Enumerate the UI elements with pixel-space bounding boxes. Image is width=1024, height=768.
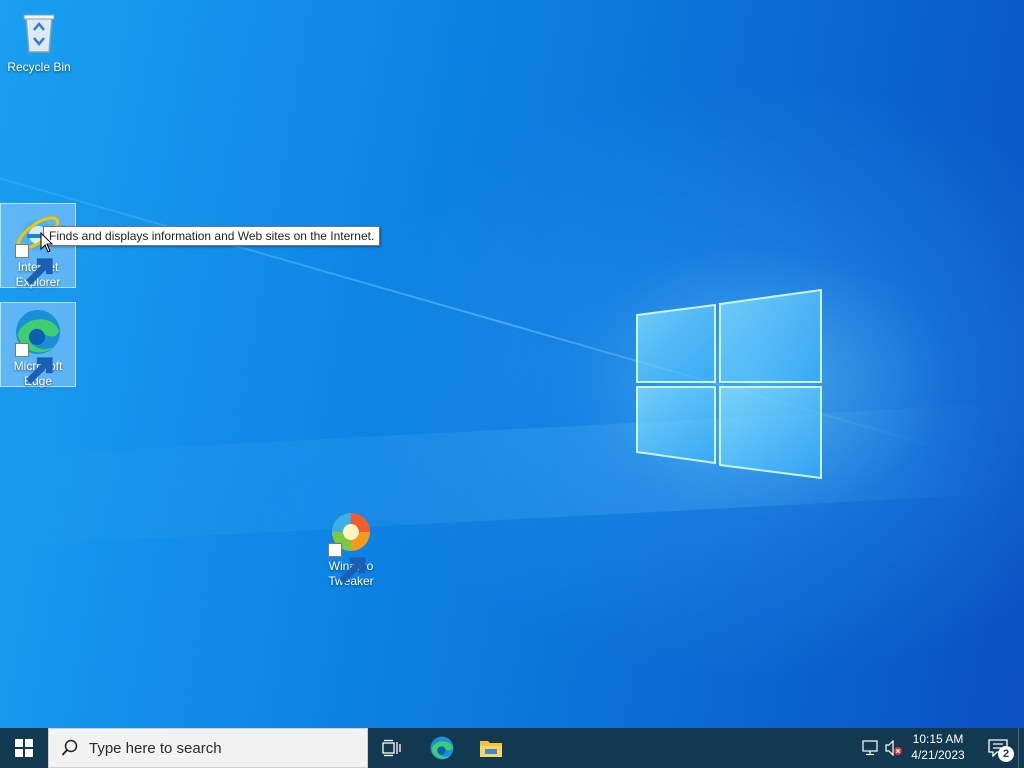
microsoft-edge-icon [13, 307, 63, 384]
shortcut-arrow-icon [15, 244, 53, 285]
desktop: Recycle Bin Internet Explorer Microsoft … [0, 0, 1024, 728]
light-beam [0, 403, 1002, 547]
network-icon[interactable] [862, 740, 880, 756]
taskbar-clock[interactable]: 10:15 AM 4/21/2023 [905, 731, 971, 763]
icon-label: Recycle Bin [7, 60, 71, 74]
taskbar-file-explorer-button[interactable] [467, 728, 515, 768]
volume-muted-icon[interactable] [885, 740, 903, 756]
mouse-cursor-icon [40, 232, 54, 253]
microsoft-edge-shortcut[interactable]: Microsoft Edge [0, 302, 76, 388]
edge-icon [430, 736, 454, 760]
winaero-tweaker-shortcut[interactable]: Winaero Tweaker [313, 503, 389, 589]
file-explorer-icon [480, 741, 502, 757]
taskbar: Type here to search 10:15 AM 4/21/2023 2 [0, 728, 1024, 768]
action-center-button[interactable]: 2 [978, 728, 1018, 768]
start-button[interactable] [0, 728, 48, 768]
task-view-button[interactable] [368, 728, 416, 768]
tooltip: Finds and displays information and Web s… [43, 226, 381, 246]
show-desktop-button[interactable] [1018, 728, 1024, 768]
clock-time: 10:15 AM [912, 732, 964, 746]
recycle-bin-icon [14, 8, 64, 58]
clock-date: 4/21/2023 [911, 748, 965, 762]
recycle-bin-shortcut[interactable]: Recycle Bin [1, 4, 77, 75]
winaero-tweaker-icon [326, 507, 376, 584]
windows-start-icon [15, 739, 33, 757]
task-view-icon [382, 739, 401, 757]
shortcut-arrow-icon [328, 543, 366, 584]
windows-logo [636, 288, 822, 480]
search-placeholder: Type here to search [89, 739, 222, 757]
notification-count-badge: 2 [998, 746, 1014, 762]
shortcut-arrow-icon [15, 343, 53, 384]
search-icon [61, 739, 78, 756]
taskbar-search-box[interactable]: Type here to search [48, 728, 368, 768]
taskbar-edge-button[interactable] [418, 728, 466, 768]
